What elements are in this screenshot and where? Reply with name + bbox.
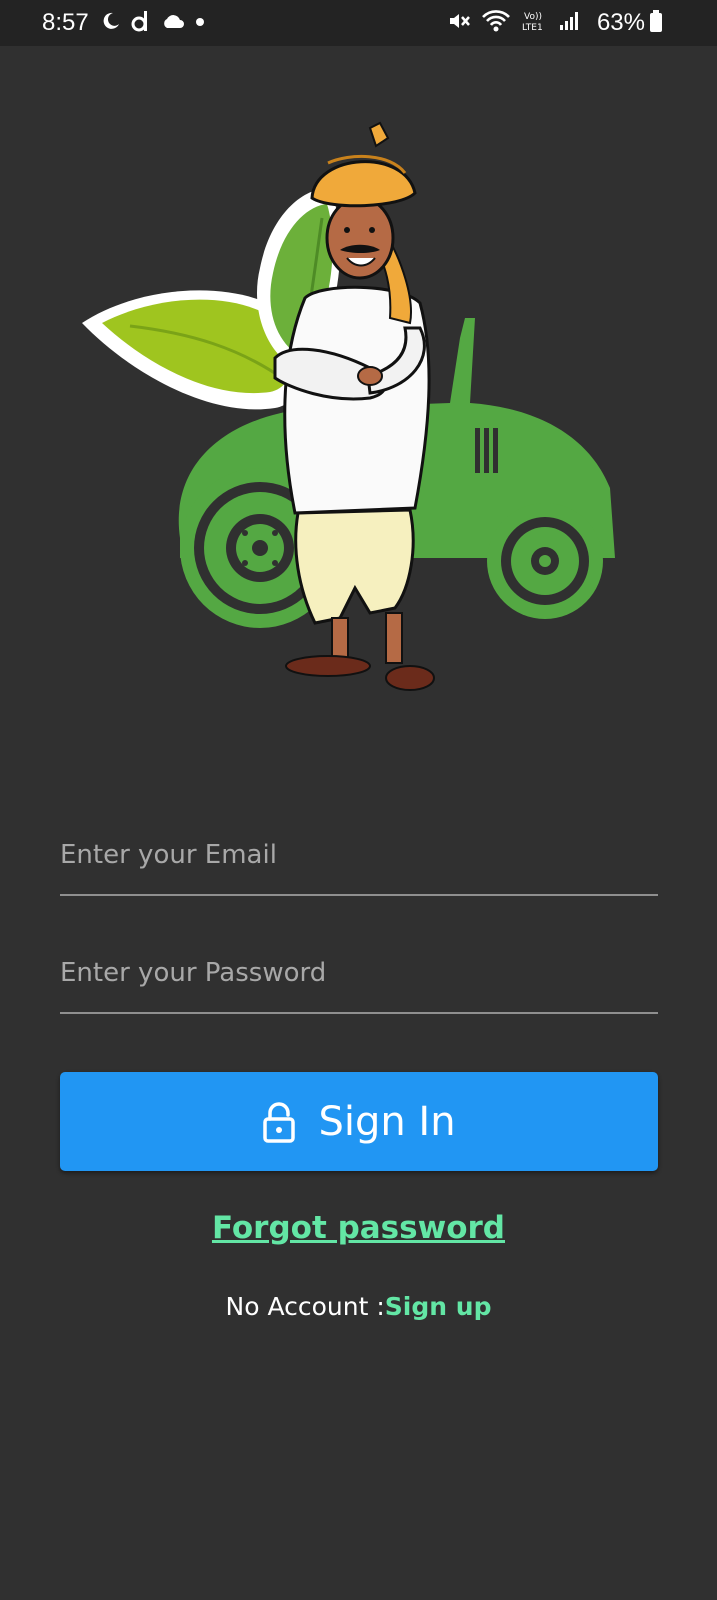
forgot-password-link[interactable]: Forgot password [212, 1210, 505, 1246]
sign-in-button[interactable]: Sign In [60, 1072, 658, 1171]
tractor-front-wheel [487, 503, 603, 619]
wifi-icon [481, 9, 511, 38]
lock-icon [262, 1101, 296, 1143]
battery-percent: 63% [596, 9, 645, 36]
d-app-icon [131, 10, 151, 37]
dot-icon [195, 14, 205, 32]
vibrate-mute-icon [447, 10, 471, 37]
password-input[interactable] [60, 934, 658, 1012]
status-bar-right: Vo)) LTE1 63% [447, 0, 663, 46]
battery-icon [649, 9, 663, 38]
svg-text:LTE1: LTE1 [522, 23, 543, 33]
volte-icon: Vo)) LTE1 [521, 9, 549, 38]
signal-icon [559, 11, 581, 36]
forgot-password-container: Forgot password [0, 1210, 717, 1246]
no-account-label: No Account : [225, 1292, 385, 1321]
svg-text:Vo)): Vo)) [524, 12, 542, 22]
farmer-tractor-illustration [70, 118, 650, 708]
signup-prompt: No Account :Sign up [0, 1292, 717, 1321]
status-bar-left: 8:57 [42, 0, 215, 46]
status-bar: 8:57 Vo)) LTE1 63% [0, 0, 717, 46]
email-input[interactable] [60, 816, 658, 894]
sign-in-label: Sign In [318, 1098, 456, 1145]
sign-up-link[interactable]: Sign up [385, 1292, 492, 1321]
moon-icon [101, 11, 121, 36]
status-time: 8:57 [42, 9, 89, 36]
cloud-icon [161, 13, 185, 34]
email-field[interactable] [60, 816, 658, 896]
password-field[interactable] [60, 934, 658, 1014]
